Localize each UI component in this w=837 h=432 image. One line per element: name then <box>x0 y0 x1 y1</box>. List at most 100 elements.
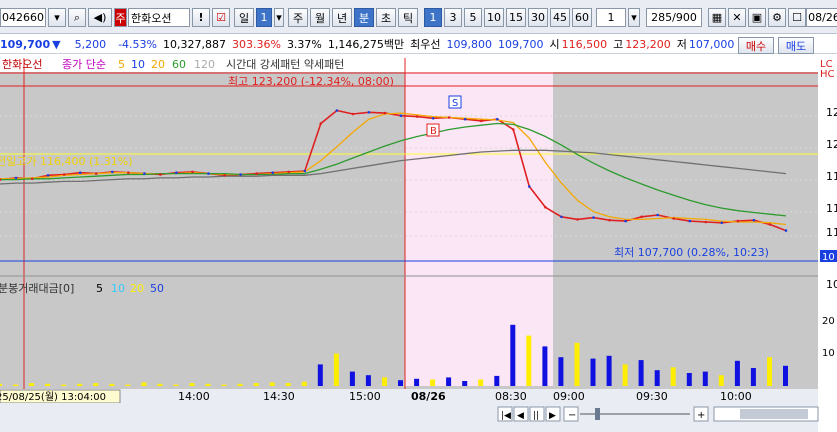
x-label-0900: 09:00 <box>553 390 585 403</box>
interval-60-button[interactable]: 60 <box>572 8 592 27</box>
change-rate: -4.53% <box>118 37 157 51</box>
sell-button[interactable]: 매도 <box>778 37 814 54</box>
volume-bar <box>77 383 83 386</box>
period-week-button[interactable]: 주 <box>288 8 308 27</box>
volume-bar <box>510 324 516 386</box>
trade-amount: 1,146,275백만 <box>327 38 405 51</box>
period-tick-button[interactable]: 틱 <box>398 8 418 27</box>
volume-bar <box>237 383 243 386</box>
stock-name-field[interactable]: 한화오션 <box>128 8 190 27</box>
interval-45-button[interactable]: 45 <box>550 8 570 27</box>
volume-legend-10: 10 <box>111 282 125 295</box>
volume-bar <box>157 383 163 386</box>
gear-icon[interactable]: ⚙ <box>768 8 786 27</box>
period-daily-button[interactable]: 일 <box>234 8 254 27</box>
search-icon[interactable]: ⌕ <box>68 8 86 27</box>
best-bid: 109,800 <box>446 37 493 51</box>
volume-legend-title: 분봉거래대금[0] <box>0 282 74 295</box>
price-point <box>624 219 627 223</box>
price-point <box>752 218 756 222</box>
high-price: 123,200 <box>625 37 671 51</box>
period-year-button[interactable]: 년 <box>332 8 352 27</box>
checkbox-date-icon[interactable]: ☐ <box>788 8 806 27</box>
price-point <box>784 229 788 232</box>
interval-5-button[interactable]: 5 <box>464 8 482 27</box>
volume-bar <box>686 373 692 386</box>
scrollbar-thumb[interactable] <box>740 409 808 419</box>
zoom-slider-thumb[interactable] <box>595 408 600 420</box>
y-label-3: 11 <box>826 170 837 183</box>
toolbar-left: 042660 ▾ ⌕ ◀) 주 한화오션 ! ☑ 일 1 ▾ 주 월 년 분 초… <box>0 7 837 28</box>
interval-3-button[interactable]: 3 <box>444 8 462 27</box>
legend-extra: 시간대 강세패턴 약세패턴 <box>226 57 344 71</box>
price-point <box>255 172 258 175</box>
best-price-label: 최우선 <box>410 38 441 51</box>
price-point <box>223 174 226 177</box>
price-point <box>367 111 371 114</box>
speaker-icon[interactable]: ◀) <box>88 8 112 27</box>
checkbox-icon[interactable]: ☑ <box>212 8 230 27</box>
volume-bar <box>29 383 35 386</box>
price-point <box>46 174 50 177</box>
count-input[interactable]: 1 <box>596 8 626 27</box>
down-arrow-icon: ▼ <box>52 37 61 51</box>
volume-bar <box>45 383 51 386</box>
volume-bar <box>606 355 612 386</box>
price-point <box>239 173 242 176</box>
price-point <box>447 116 451 119</box>
price-point <box>544 206 547 209</box>
dropdown-icon[interactable]: ▾ <box>48 8 66 27</box>
scroll-back-icon: ◀ <box>517 411 524 421</box>
price-point <box>704 220 708 224</box>
period-num-field[interactable]: 1 <box>256 8 272 27</box>
price-point <box>640 215 643 219</box>
legend-ma5: 5 <box>118 58 125 71</box>
price-chart[interactable]: 한화오선 종가 단순 5 10 20 60 120 시간대 강세패턴 약세패턴 … <box>0 56 837 432</box>
plus-icon: + <box>697 410 705 421</box>
volume-bar <box>590 358 596 386</box>
period-month-button[interactable]: 월 <box>310 8 330 27</box>
price-point <box>287 170 291 174</box>
minus-icon: − <box>568 410 576 421</box>
grid-icon[interactable]: ▦ <box>708 8 726 27</box>
volume-bar <box>622 364 628 386</box>
volume-bar <box>734 360 740 386</box>
volume-bar <box>189 383 195 386</box>
toolbar: 042660 ▾ ⌕ ◀) 주 한화오션 ! ☑ 일 1 ▾ 주 월 년 분 초… <box>0 0 837 34</box>
price-point <box>560 215 563 219</box>
price-point <box>496 117 499 121</box>
volume-bar <box>638 360 644 386</box>
period-num-dropdown[interactable]: ▾ <box>274 8 284 27</box>
x-label-1500: 15:00 <box>349 390 381 403</box>
open-label: 시 <box>549 38 560 51</box>
interval-30-button[interactable]: 30 <box>528 8 548 27</box>
low-price: 107,000 <box>688 37 735 51</box>
save-icon[interactable]: ▣ <box>748 8 766 27</box>
alert-icon[interactable]: ! <box>192 8 210 27</box>
price-point <box>512 128 515 131</box>
volume-bar <box>0 383 2 386</box>
price-point <box>143 172 146 175</box>
interval-15-button[interactable]: 15 <box>506 8 526 27</box>
volume-bar <box>654 370 660 386</box>
market-badge: 주 <box>114 8 127 27</box>
pause-icon: || <box>533 411 539 421</box>
price-point <box>319 122 323 125</box>
volume-bar <box>205 383 211 386</box>
x-label-1000: 10:00 <box>720 390 752 403</box>
date-field[interactable]: 08/26 <box>806 8 837 27</box>
period-minute-button[interactable]: 분 <box>354 8 374 27</box>
count-dropdown[interactable]: ▾ <box>628 8 640 27</box>
cross-icon[interactable]: ✕ <box>728 8 746 27</box>
interval-1-button[interactable]: 1 <box>424 8 442 27</box>
price-point <box>736 219 740 223</box>
buy-button[interactable]: 매수 <box>738 37 774 54</box>
y-top-label-hc: HC <box>820 69 835 80</box>
price-point <box>207 172 210 175</box>
volume-bar <box>398 380 403 386</box>
volume-bar <box>558 357 564 386</box>
prev-high-annotation: 전일고가 116,400 (1.31%) <box>0 154 133 168</box>
period-second-button[interactable]: 초 <box>376 8 396 27</box>
interval-10-button[interactable]: 10 <box>484 8 504 27</box>
stock-code-input[interactable]: 042660 <box>0 8 46 27</box>
